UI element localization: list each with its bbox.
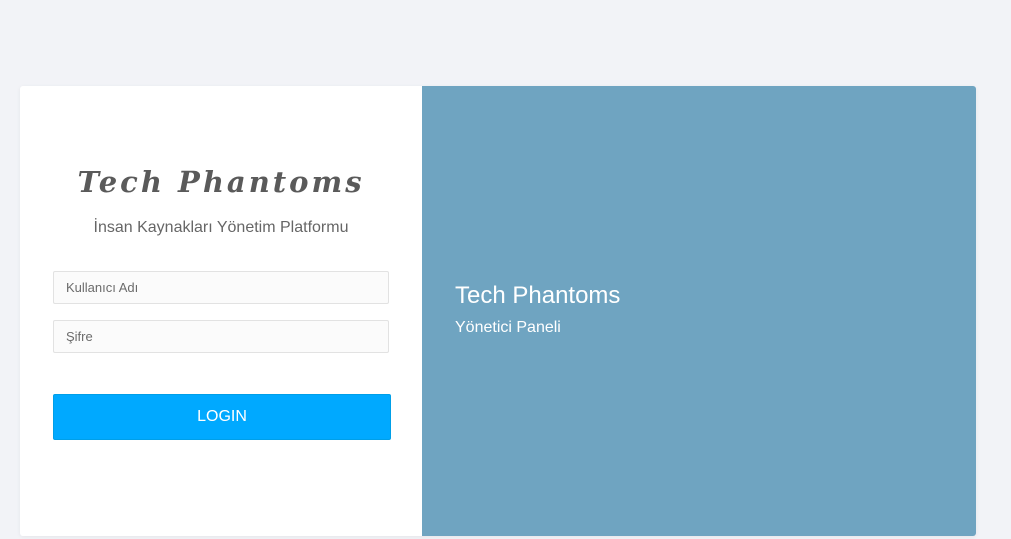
login-card: Tech Phantoms İnsan Kaynakları Yönetim P… (20, 86, 976, 536)
login-panel: Tech Phantoms İnsan Kaynakları Yönetim P… (20, 86, 422, 536)
username-input[interactable] (53, 271, 389, 304)
login-button[interactable]: LOGIN (53, 394, 391, 440)
password-input[interactable] (53, 320, 389, 353)
brand-logo: Tech Phantoms (77, 165, 365, 199)
info-panel: Tech Phantoms Yönetici Paneli (422, 86, 976, 536)
platform-subtitle: İnsan Kaynakları Yönetim Platformu (93, 219, 349, 236)
info-panel-title: Tech Phantoms (455, 282, 621, 309)
info-panel-subtitle: Yönetici Paneli (455, 319, 561, 336)
